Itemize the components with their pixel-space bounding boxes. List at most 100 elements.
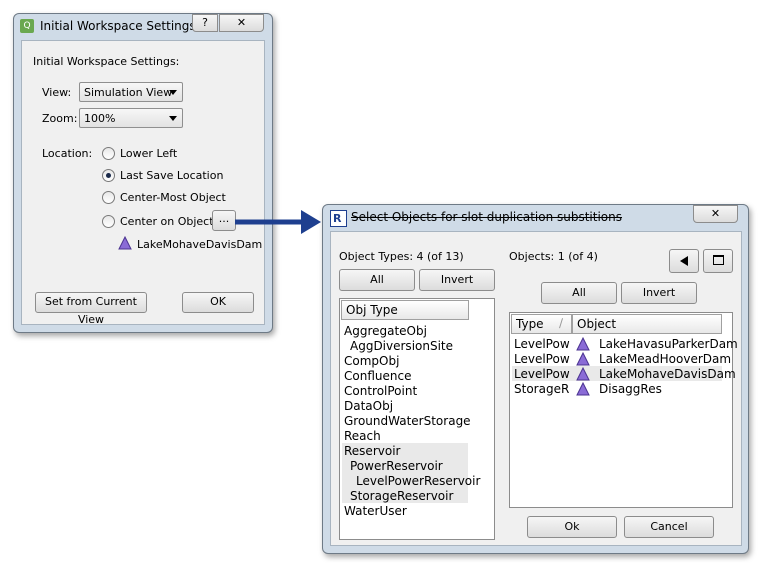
tree-item-levelpowerreservoir[interactable]: LevelPowerReservoir: [356, 474, 480, 488]
obj-type-column-header[interactable]: Obj Type: [341, 300, 469, 320]
types-invert-button[interactable]: Invert: [419, 269, 495, 291]
types-invert-label: Invert: [440, 273, 474, 286]
row-type: LevelPow: [514, 367, 570, 381]
dialog-titlebar[interactable]: Q Initial Workspace Settings... ? ✕: [14, 14, 272, 38]
menu-dropdown-icon: [712, 255, 724, 265]
zoom-label: Zoom:: [42, 112, 78, 125]
dialog-title: Initial Workspace Settings...: [40, 19, 208, 33]
tree-item-powerreservoir[interactable]: PowerReservoir: [350, 459, 443, 473]
row-type: LevelPow: [514, 352, 570, 366]
tree-item-compobj[interactable]: CompObj: [344, 354, 399, 368]
row-object: LakeMohaveDavisDam: [599, 367, 736, 381]
select-objects-dialog: R Select Objects for slot duplication su…: [322, 204, 749, 554]
dialog-titlebar[interactable]: R Select Objects for slot duplication su…: [323, 205, 748, 229]
help-icon: ?: [202, 16, 208, 29]
radio-center-most-object-label: Center-Most Object: [120, 191, 226, 204]
dialog-title: Select Objects for slot duplication subs…: [351, 210, 623, 224]
radio-last-save-location-label: Last Save Location: [120, 169, 224, 182]
objects-table[interactable]: Type ∕ Object LevelPow LakeHavasuParkerD…: [509, 312, 738, 508]
cancel-button-label: Cancel: [650, 520, 688, 533]
close-button[interactable]: ✕: [219, 14, 264, 32]
tree-item-reservoir[interactable]: Reservoir: [344, 444, 400, 458]
table-row[interactable]: StorageR DisaggRes: [510, 382, 730, 397]
ok-button-label: OK: [210, 295, 226, 308]
close-icon: ✕: [236, 16, 247, 29]
radio-center-on-object[interactable]: [102, 215, 115, 228]
objects-all-button[interactable]: All: [541, 282, 617, 304]
ok-button[interactable]: OK: [182, 292, 254, 313]
object-header-label: Object: [577, 317, 617, 331]
radio-last-save-location[interactable]: [102, 169, 115, 182]
set-from-current-view-button[interactable]: Set from Current View: [35, 292, 147, 326]
chevron-down-icon: [169, 116, 177, 121]
zoom-select-value: 100%: [84, 112, 116, 125]
help-button[interactable]: ?: [192, 14, 218, 32]
tree-item-dataobj[interactable]: DataObj: [344, 399, 393, 413]
tree-item-aggdiversionsite[interactable]: AggDiversionSite: [350, 339, 453, 353]
view-select[interactable]: Simulation View: [79, 82, 183, 102]
tree-item-controlpoint[interactable]: ControlPoint: [344, 384, 417, 398]
object-column-header[interactable]: Object: [572, 314, 722, 334]
obj-type-header-label: Obj Type: [346, 303, 398, 317]
row-object: LakeMeadHooverDam: [599, 352, 732, 366]
radio-center-on-object-label: Center on Object: [120, 215, 214, 228]
objects-all-label: All: [572, 286, 586, 299]
close-icon: ✕: [710, 207, 721, 220]
types-all-button[interactable]: All: [339, 269, 415, 291]
riverware-logo-icon: R: [330, 210, 347, 227]
tree-item-aggregateobj[interactable]: AggregateObj: [344, 324, 427, 338]
view-label: View:: [42, 86, 72, 99]
type-column-header[interactable]: Type ∕: [511, 314, 572, 334]
row-type: LevelPow: [514, 337, 570, 351]
sort-indicator-icon: ∕: [558, 316, 563, 330]
tree-item-wateruser[interactable]: WaterUser: [344, 504, 407, 518]
app-icon: Q: [20, 19, 34, 33]
connector-arrow: [235, 210, 321, 234]
options-menu-button[interactable]: [703, 249, 733, 273]
row-object: DisaggRes: [599, 382, 662, 396]
table-row[interactable]: LevelPow LakeHavasuParkerDam: [510, 337, 738, 352]
reservoir-icon: [118, 236, 132, 250]
tree-item-reach[interactable]: Reach: [344, 429, 381, 443]
types-all-label: All: [370, 273, 384, 286]
ok-button-label: Ok: [564, 520, 580, 533]
tree-item-groundwaterstorage[interactable]: GroundWaterStorage: [344, 414, 471, 428]
object-types-tree[interactable]: Obj Type AggregateObj AggDiversionSite C…: [339, 298, 495, 540]
tree-item-storagereservoir[interactable]: StorageReservoir: [350, 489, 453, 503]
initial-workspace-settings-dialog: Q Initial Workspace Settings... ? ✕ Init…: [13, 13, 273, 333]
tree-item-confluence[interactable]: Confluence: [344, 369, 411, 383]
row-type: StorageR: [514, 382, 570, 396]
dialog-body: Initial Workspace Settings: View: Simula…: [21, 40, 265, 326]
object-types-count: Object Types: 4 (of 13): [339, 250, 464, 263]
collapse-left-button[interactable]: [669, 249, 699, 273]
radio-selected-dot: [106, 173, 111, 178]
row-object: LakeHavasuParkerDam: [599, 337, 738, 351]
chevron-down-icon: [169, 90, 177, 95]
type-header-label: Type: [516, 317, 544, 331]
close-button[interactable]: ✕: [693, 205, 738, 223]
set-from-current-view-label: Set from Current View: [45, 295, 137, 326]
radio-lower-left[interactable]: [102, 147, 115, 160]
table-row[interactable]: LevelPow LakeMohaveDavisDam: [510, 367, 736, 382]
table-row[interactable]: LevelPow LakeMeadHooverDam: [510, 352, 732, 367]
ok-button[interactable]: Ok: [527, 516, 617, 538]
storage-reservoir-icon: [576, 382, 590, 396]
radio-lower-left-label: Lower Left: [120, 147, 178, 160]
radio-center-most-object[interactable]: [102, 191, 115, 204]
location-label: Location:: [42, 147, 93, 160]
browse-object-button[interactable]: ...: [212, 210, 236, 231]
reservoir-icon: [576, 352, 590, 366]
selected-object-name: LakeMohaveDavisDam: [137, 238, 263, 251]
heading: Initial Workspace Settings:: [33, 55, 180, 68]
view-select-value: Simulation View: [84, 86, 173, 99]
triangle-left-icon: [680, 256, 688, 266]
cancel-button[interactable]: Cancel: [624, 516, 714, 538]
zoom-select[interactable]: 100%: [79, 108, 183, 128]
reservoir-icon: [576, 337, 590, 351]
dialog-body: Object Types: 4 (of 13) All Invert Obj T…: [330, 231, 742, 546]
objects-invert-label: Invert: [642, 286, 676, 299]
objects-count: Objects: 1 (of 4): [509, 250, 598, 263]
objects-invert-button[interactable]: Invert: [621, 282, 697, 304]
browse-button-label: ...: [218, 212, 230, 225]
reservoir-icon: [576, 367, 590, 381]
